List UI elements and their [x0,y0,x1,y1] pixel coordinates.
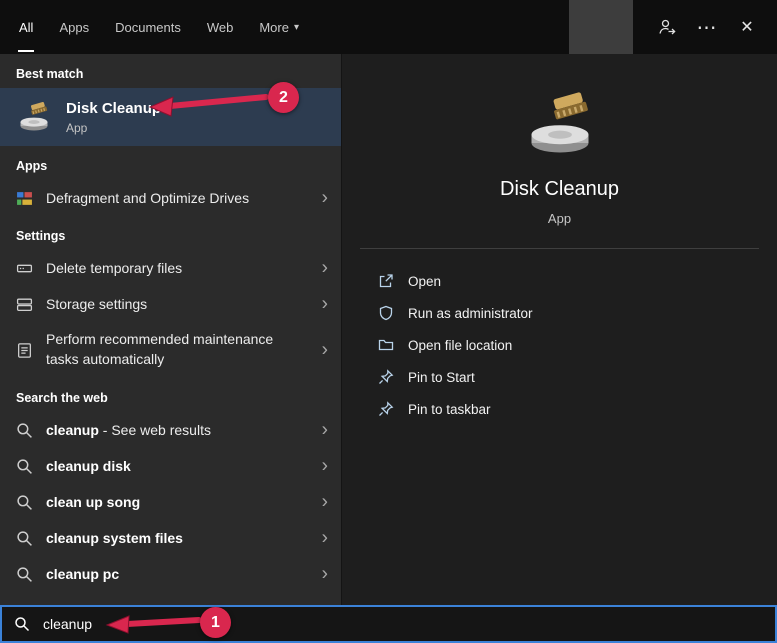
user-arrow-icon [659,19,676,35]
web-result-cleanup-pc[interactable]: cleanup pc › [0,556,341,592]
preview-panel: Disk Cleanup App Open Run as administrat… [341,54,777,605]
result-label: Delete temporary files [46,260,183,276]
query-text: cleanup disk [46,458,131,474]
chevron-right-icon[interactable]: › [322,457,328,476]
folder-icon [378,337,394,353]
tab-apps-label: Apps [59,19,90,35]
tab-more-label: More [259,19,289,35]
chevron-right-icon[interactable]: › [322,421,328,440]
tab-documents[interactable]: Documents [114,3,182,52]
query-text: cleanup [46,422,99,438]
web-result-cleanup-disk[interactable]: cleanup disk › [0,448,341,484]
preview-title: Disk Cleanup [500,178,619,200]
best-match-text: Disk Cleanup App [66,100,161,135]
action-run-as-admin[interactable]: Run as administrator [378,297,777,329]
search-icon [16,530,33,547]
query-text: cleanup pc [46,566,120,582]
more-options-button[interactable]: ⋯ [687,0,727,54]
settings-header: Settings [16,229,66,243]
action-label: Open file location [408,337,513,353]
pin-icon [378,369,394,385]
best-match-subtitle: App [66,120,88,135]
web-result-label: cleanup - See web results [46,422,211,438]
web-result-label: cleanup disk [46,458,131,474]
tab-documents-label: Documents [115,19,181,35]
ellipsis-icon: ⋯ [696,16,718,39]
divider [360,248,759,249]
query-text: cleanup system files [46,530,183,546]
tab-web[interactable]: Web [206,3,235,52]
action-label: Open [408,273,442,289]
storage-icon [16,296,33,313]
query-text: clean up song [46,494,141,510]
suffix-text: - See web results [98,422,211,438]
topbar-actions: ⋯ ✕ [569,0,777,54]
chevron-right-icon[interactable]: › [322,493,328,512]
open-launch-icon [378,273,394,289]
search-results-panel: Best match Disk Cleanup App Apps Defragm… [0,54,341,605]
web-result-label: clean up song [46,494,140,510]
search-icon [16,422,33,439]
disk-cleanup-icon [20,102,48,131]
chevron-right-icon[interactable]: › [322,529,328,548]
action-label: Run as administrator [408,305,533,321]
action-list: Open Run as administrator Open file loca… [342,265,777,425]
web-result-see-results[interactable]: cleanup - See web results › [0,412,341,448]
disk-cleanup-icon-large [531,92,588,153]
web-result-label: cleanup pc [46,566,119,582]
preview-icon-wrap [342,86,777,162]
search-bar[interactable] [0,605,777,643]
tab-web-label: Web [206,19,234,35]
defragment-icon [16,190,33,207]
close-button[interactable]: ✕ [727,0,767,54]
result-storage-settings[interactable]: Storage settings › [0,286,341,322]
chevron-right-icon[interactable]: › [322,295,328,314]
action-label: Pin to Start [408,369,475,385]
tab-all-label: All [19,19,34,35]
web-header: Search the web [16,391,108,405]
best-match-title: Disk Cleanup [66,99,162,117]
chevron-right-icon[interactable]: › [322,341,328,360]
search-icon [14,616,30,632]
result-delete-temp-files[interactable]: Delete temporary files › [0,250,341,286]
tab-all[interactable]: All [18,3,35,52]
best-match-disk-cleanup[interactable]: Disk Cleanup App [0,88,341,146]
action-pin-to-start[interactable]: Pin to Start [378,361,777,393]
pin-icon [378,401,394,417]
web-result-cleanup-system-files[interactable]: cleanup system files › [0,520,341,556]
result-label: Perform recommended maintenance tasks au… [46,331,274,367]
tab-apps[interactable]: Apps [58,3,90,52]
web-result-clean-up-song[interactable]: clean up song › [0,484,341,520]
search-input[interactable] [43,616,363,632]
action-pin-to-taskbar[interactable]: Pin to taskbar [378,393,777,425]
chevron-right-icon[interactable]: › [322,565,328,584]
action-open[interactable]: Open [378,265,777,297]
filter-tabs: All Apps Documents Web More ▾ [0,0,300,54]
best-match-header: Best match [16,67,84,81]
preview-subtitle: App [547,211,572,226]
action-open-file-location[interactable]: Open file location [378,329,777,361]
search-icon [16,458,33,475]
result-defragment[interactable]: Defragment and Optimize Drives › [0,180,341,216]
result-maintenance[interactable]: Perform recommended maintenance tasks au… [0,322,341,378]
checklist-icon [16,342,33,359]
chevron-right-icon[interactable]: › [322,259,328,278]
chevron-down-icon: ▾ [293,21,299,33]
search-icon [16,566,33,583]
chevron-right-icon[interactable]: › [322,189,328,208]
search-icon [16,494,33,511]
user-account-button[interactable] [647,0,687,54]
tab-more[interactable]: More ▾ [258,3,300,52]
action-label: Pin to taskbar [408,401,491,417]
apps-header: Apps [16,159,48,173]
search-top-bar: All Apps Documents Web More ▾ ⋯ ✕ [0,0,777,54]
drive-icon [16,260,33,277]
topbar-highlight [569,0,633,54]
close-icon: ✕ [740,19,754,36]
web-result-label: cleanup system files [46,530,183,546]
result-label: Defragment and Optimize Drives [46,190,250,206]
admin-shield-icon [378,305,394,321]
result-label: Storage settings [46,296,148,312]
